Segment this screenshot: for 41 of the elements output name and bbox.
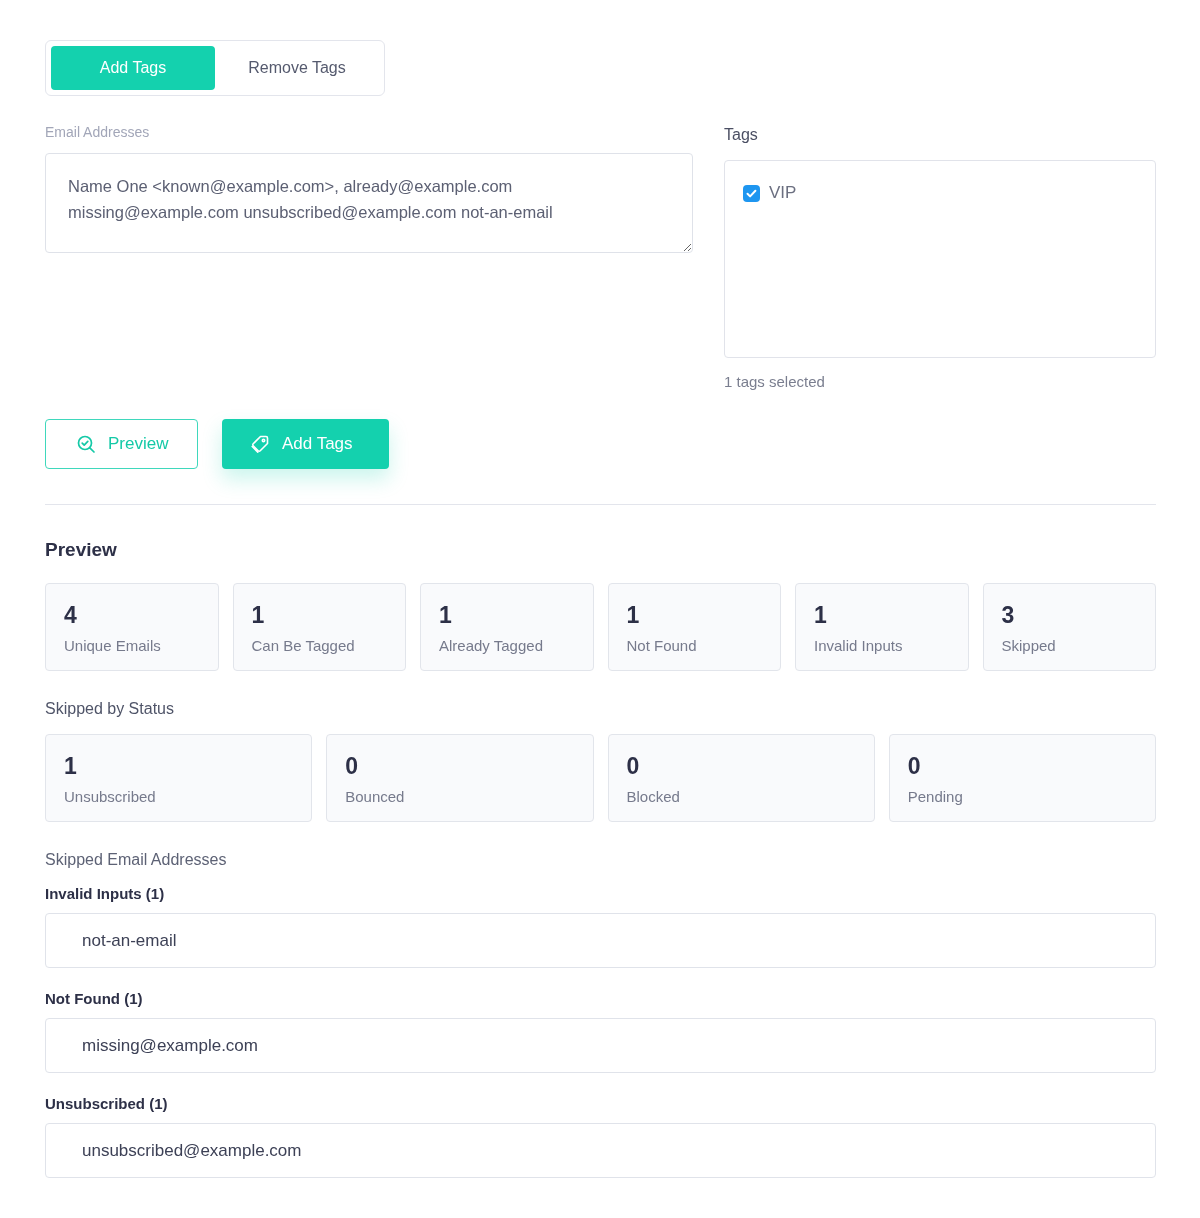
email-address: unsubscribed@example.com — [82, 1140, 303, 1161]
group-label: Not Found (1) — [45, 990, 144, 1007]
stat-value: 1 — [64, 752, 78, 780]
stat-value: 0 — [907, 752, 922, 780]
mode-tab[interactable]: Remove Tags — [215, 46, 379, 90]
selection-count: 1 tags selected — [724, 373, 826, 390]
stat-value: 1 — [814, 601, 828, 629]
mode-tab[interactable]: Add Tags — [51, 46, 215, 90]
field-label: Email Addresses — [45, 124, 151, 140]
tag-icon — [250, 434, 270, 454]
group-label: Invalid Inputs (1) — [45, 885, 166, 902]
stat-value: 3 — [1001, 601, 1016, 629]
checkbox[interactable] — [743, 184, 760, 202]
stat-label: Not Found — [626, 637, 698, 654]
stat-value: 0 — [345, 752, 360, 780]
stat-label: Already Tagged — [439, 637, 544, 654]
field-label: Tags — [724, 126, 759, 144]
stat-value: 1 — [251, 601, 266, 629]
email-address: missing@example.com — [82, 1035, 259, 1056]
stat-label: Can Be Tagged — [251, 637, 356, 654]
stat-label: Unique Emails — [64, 637, 162, 654]
email-input-field[interactable]: Name One <known@example.com>, already@example.com missing@example.com unsubscribed@example.com not-an-email — [45, 153, 693, 253]
stat-value: 1 — [626, 601, 641, 629]
stat-label: Invalid Inputs — [814, 637, 904, 654]
email-address: not-an-email — [82, 930, 178, 951]
add-tags-button[interactable]: Add Tags — [222, 419, 389, 469]
stat-value: 1 — [439, 601, 453, 629]
section-title: Preview — [45, 539, 118, 561]
subsection-title: Skipped Email Addresses — [45, 851, 228, 869]
search-icon — [76, 434, 96, 454]
stat-label: Skipped — [1001, 637, 1057, 654]
stat-label: Unsubscribed — [64, 788, 157, 805]
stat-label: Pending — [907, 788, 964, 805]
stat-value: 4 — [64, 601, 78, 629]
subsection-title: Skipped by Status — [45, 700, 175, 718]
stat-label: Blocked — [626, 788, 681, 805]
group-label: Unsubscribed (1) — [45, 1095, 169, 1112]
stat-value: 0 — [626, 752, 641, 780]
preview-button[interactable]: Preview — [45, 419, 198, 469]
stat-label: Bounced — [345, 788, 406, 805]
checkbox-label: VIP — [769, 183, 797, 203]
